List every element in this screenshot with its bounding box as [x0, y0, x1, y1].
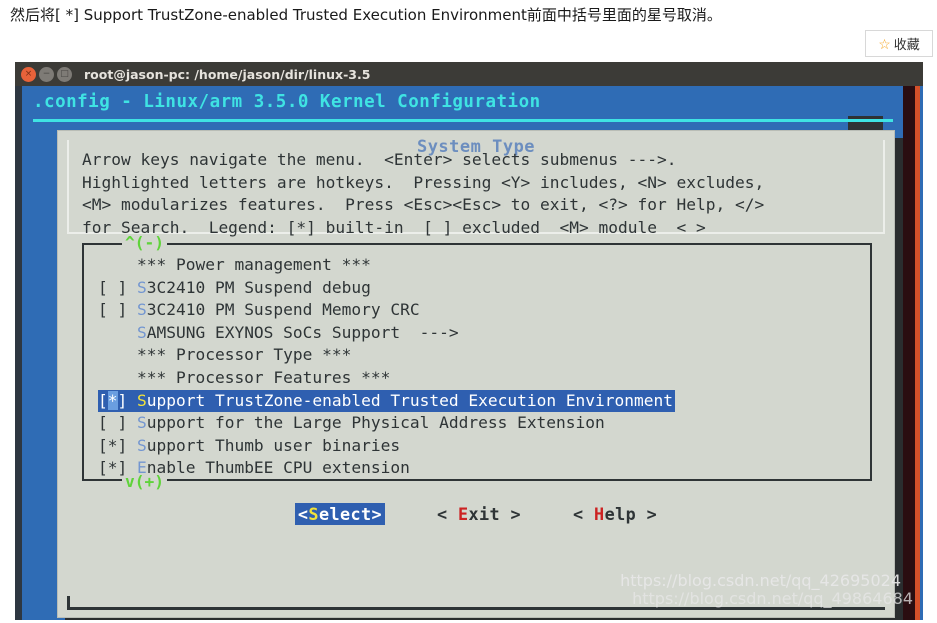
menu-item-row[interactable]: SAMSUNG EXYNOS SoCs Support --->	[98, 322, 858, 345]
menu-item[interactable]: [*] Enable ThumbEE CPU extension	[98, 457, 858, 480]
item-indent	[98, 255, 137, 274]
checkbox-close-bracket: ]	[117, 390, 137, 410]
button-bracket-left: <	[297, 504, 309, 524]
checkbox-marker: [ ]	[98, 277, 137, 297]
menu-item-label: *** Power management ***	[136, 255, 371, 274]
scroll-up-indicator[interactable]: ^(-)	[122, 234, 167, 251]
menu-item-selected[interactable]: [*] Support TrustZone-enabled Trusted Ex…	[98, 389, 676, 413]
maximize-icon[interactable]: □	[57, 66, 72, 82]
menu-item[interactable]: [ ] Support for the Large Physical Addre…	[98, 412, 858, 435]
button-hotkey-letter: E	[457, 504, 469, 524]
favorite-button[interactable]: ☆ 收藏	[865, 30, 933, 57]
window-title: root@jason-pc: /home/jason/dir/linux-3.5	[84, 66, 371, 82]
terminal-right-stripe	[903, 86, 915, 620]
checkbox-marker: [ ]	[98, 413, 137, 433]
checkbox-marker: [*]	[98, 435, 137, 455]
menu-item[interactable]: [*] Support TrustZone-enabled Trusted Ex…	[98, 389, 858, 413]
menu-item[interactable]: *** Processor Type ***	[98, 344, 858, 367]
menu-item-label: nable ThumbEE CPU extension	[146, 458, 410, 478]
item-indent	[98, 368, 137, 387]
checkbox-open-bracket: [	[98, 390, 108, 410]
terminal-right-accent-stripe	[915, 86, 920, 620]
item-indent	[98, 323, 137, 342]
menu-item-row[interactable]: [ ] Support for the Large Physical Addre…	[98, 412, 858, 435]
article-caption: 然后将[ *] Support TrustZone-enabled Truste…	[10, 6, 722, 24]
menu-item[interactable]: *** Power management ***	[98, 254, 858, 277]
checkbox-marker: [ ]	[98, 300, 137, 320]
terminal-left-edge	[15, 86, 22, 620]
star-icon: ☆	[878, 35, 891, 52]
menu-item-row[interactable]: [*] Support Thumb user binaries	[98, 435, 858, 458]
menu-item-row[interactable]: [*] Enable ThumbEE CPU extension	[98, 457, 858, 480]
menu-item-label: *** Processor Type ***	[136, 345, 352, 365]
terminal-body: .config - Linux/arm 3.5.0 Kernel Configu…	[15, 86, 923, 620]
button-label: elect>	[318, 504, 382, 524]
menu-item[interactable]: *** Processor Features ***	[98, 367, 858, 390]
watermark-secondary: https://blog.csdn.net/qq_49864684	[632, 589, 913, 608]
menu-item[interactable]: [ ] S3C2410 PM Suspend Memory CRC	[98, 299, 858, 322]
dialog-button-bar: <Select> < Exit > < Help >	[58, 503, 894, 525]
instructions-text: Arrow keys navigate the menu. <Enter> se…	[82, 150, 765, 237]
menu-item[interactable]: SAMSUNG EXYNOS SoCs Support --->	[98, 322, 858, 345]
button-label: xit >	[468, 504, 522, 524]
menu-item-row[interactable]: [ ] S3C2410 PM Suspend debug	[98, 277, 858, 300]
menuconfig-header-rule	[33, 119, 893, 122]
button-s[interactable]: <Select>	[294, 503, 385, 525]
favorite-label: 收藏	[893, 38, 920, 53]
button-hotkey-letter: S	[308, 504, 319, 524]
button-label: elp >	[604, 504, 658, 524]
menu-item-label: upport for the Large Physical Address Ex…	[146, 413, 605, 433]
minimize-icon[interactable]: −	[39, 66, 54, 82]
menu-item-label: *** Processor Features ***	[136, 367, 391, 387]
hotkey-letter: E	[136, 458, 147, 478]
menuconfig-dialog: System Type Arrow keys navigate the menu…	[57, 130, 895, 618]
close-icon[interactable]: ×	[21, 66, 36, 82]
menu-item-row[interactable]: [ ] S3C2410 PM Suspend Memory CRC	[98, 299, 858, 322]
window-controls: × − □	[21, 66, 72, 82]
hotkey-letter: S	[136, 435, 147, 455]
hotkey-letter: S	[136, 322, 147, 342]
menu-item-label: 3C2410 PM Suspend Memory CRC	[146, 300, 420, 320]
menu-item-label: upport Thumb user binaries	[146, 435, 401, 455]
menu-item-row[interactable]: *** Processor Features ***	[98, 367, 858, 390]
menu-item-label: 3C2410 PM Suspend debug	[146, 277, 371, 297]
menu-item[interactable]: [*] Support Thumb user binaries	[98, 435, 858, 458]
hotkey-letter: S	[136, 300, 147, 320]
checkbox-state-cursor[interactable]: *	[107, 390, 118, 410]
dialog-bottom-left-corner	[67, 596, 70, 610]
item-indent	[98, 345, 137, 364]
checkbox-marker: [*]	[98, 458, 137, 478]
hotkey-letter: S	[137, 390, 147, 410]
button-h[interactable]: < Help >	[573, 504, 657, 524]
menu-item[interactable]: [ ] S3C2410 PM Suspend debug	[98, 277, 858, 300]
button-bracket-left: <	[436, 504, 458, 524]
menuconfig-header: .config - Linux/arm 3.5.0 Kernel Configu…	[33, 92, 541, 112]
menu-item-label: AMSUNG EXYNOS SoCs Support --->	[146, 322, 459, 342]
menu-item-row[interactable]: *** Processor Type ***	[98, 344, 858, 367]
window-titlebar[interactable]: × − □ root@jason-pc: /home/jason/dir/lin…	[15, 62, 923, 86]
menu-item-list: *** Power management ***[ ] S3C2410 PM S…	[98, 254, 858, 480]
terminal-window[interactable]: × − □ root@jason-pc: /home/jason/dir/lin…	[15, 62, 923, 620]
button-hotkey-letter: H	[594, 504, 605, 524]
hotkey-letter: S	[136, 413, 147, 433]
menu-listbox[interactable]: ^(-) v(+) *** Power management ***[ ] S3…	[82, 234, 872, 490]
watermark-primary: https://blog.csdn.net/qq_42695024	[620, 571, 901, 590]
hotkey-letter: S	[136, 277, 147, 297]
menu-item-label: upport TrustZone-enabled Trusted Executi…	[146, 390, 674, 410]
button-e[interactable]: < Exit >	[437, 504, 521, 524]
menu-item-row[interactable]: *** Power management ***	[98, 254, 858, 277]
button-bracket-left: <	[573, 504, 595, 524]
